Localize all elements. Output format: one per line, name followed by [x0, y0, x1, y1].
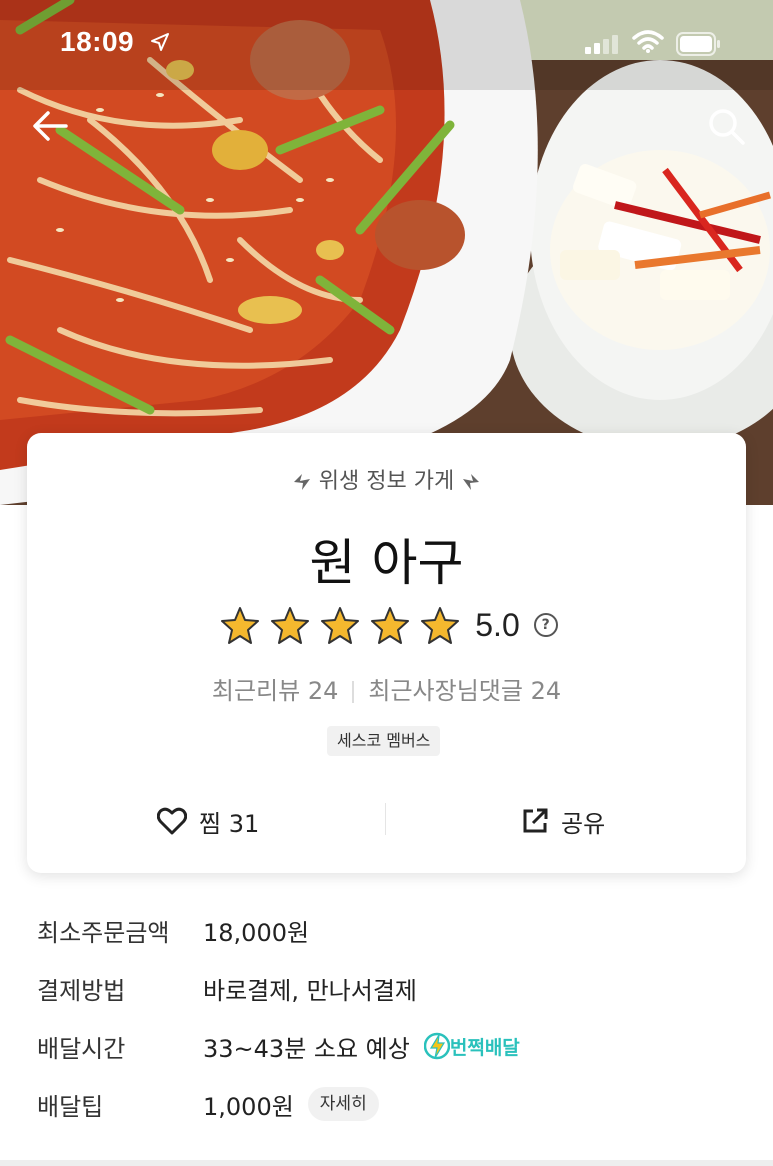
tip-details-button[interactable]: 자세히 — [307, 1087, 379, 1121]
star-icon — [271, 607, 310, 644]
detail-label: 최소주문금액 — [37, 918, 170, 947]
star-icon — [321, 607, 360, 644]
signal-icon — [585, 35, 618, 54]
express-delivery-label: 번쩍배달 — [449, 1036, 520, 1059]
action-divider — [385, 803, 386, 835]
detail-row-min-order: 최소주문금액 18,000원 — [37, 910, 309, 950]
detail-label: 결제방법 — [37, 976, 126, 1005]
share-icon — [523, 808, 548, 833]
detail-value: 33~43분 소요 예상 — [203, 1034, 410, 1063]
express-delivery-tag: 번쩍배달 — [423, 1032, 520, 1060]
star-icon — [421, 607, 460, 644]
share-button[interactable]: 공유 — [521, 801, 605, 841]
owner-replies-link[interactable]: 최근사장님댓글 24 — [368, 677, 561, 705]
star-icon — [221, 607, 260, 644]
section-divider — [0, 1160, 773, 1166]
detail-row-delivery-tip: 배달팁 1,000원 자세히 — [37, 1084, 379, 1124]
detail-row-payment: 결제방법 바로결제, 만나서결제 — [37, 968, 417, 1008]
like-label: 찜 31 — [199, 809, 260, 838]
recent-reviews-link[interactable]: 최근리뷰 24 — [212, 677, 339, 705]
detail-label: 배달팁 — [37, 1092, 104, 1121]
share-label: 공유 — [561, 809, 606, 838]
back-button[interactable] — [30, 106, 70, 146]
rating-score: 5.0 — [475, 606, 520, 643]
store-name: 원 아구 — [309, 534, 464, 592]
store-info-card: 위생 정보 가게 원 아구 5.0 ? 최근리뷰 24 최근사장님댓글 24 세스… — [27, 433, 746, 873]
detail-value: 1,000원 — [203, 1092, 294, 1121]
divider — [352, 681, 355, 703]
hygiene-label: 위생 정보 가게 — [318, 469, 455, 494]
detail-value: 18,000원 — [203, 918, 310, 947]
battery-icon — [676, 32, 720, 56]
location-arrow-icon — [151, 33, 169, 51]
detail-label: 배달시간 — [37, 1034, 126, 1063]
lightning-icon — [423, 1032, 450, 1060]
cesco-badge: 세스코 멤버스 — [327, 726, 441, 756]
detail-value: 바로결제, 만나서결제 — [203, 976, 417, 1005]
like-button[interactable]: 찜 31 — [157, 801, 259, 841]
leaf-icon — [293, 474, 310, 490]
leaf-icon — [463, 474, 480, 490]
search-button[interactable] — [704, 104, 748, 148]
hygiene-badge[interactable]: 위생 정보 가게 — [27, 463, 746, 495]
status-bar: 18:09 — [0, 0, 773, 88]
review-stats: 최근리뷰 24 최근사장님댓글 24 — [27, 671, 746, 706]
rating-row: 5.0 ? — [27, 603, 746, 647]
status-time: 18:09 — [60, 26, 135, 57]
wifi-icon — [632, 30, 664, 53]
heart-icon — [157, 807, 187, 835]
detail-row-delivery-time: 배달시간 33~43분 소요 예상 번쩍배달 — [37, 1026, 520, 1066]
help-icon[interactable]: ? — [533, 613, 558, 637]
star-icon — [371, 607, 410, 644]
